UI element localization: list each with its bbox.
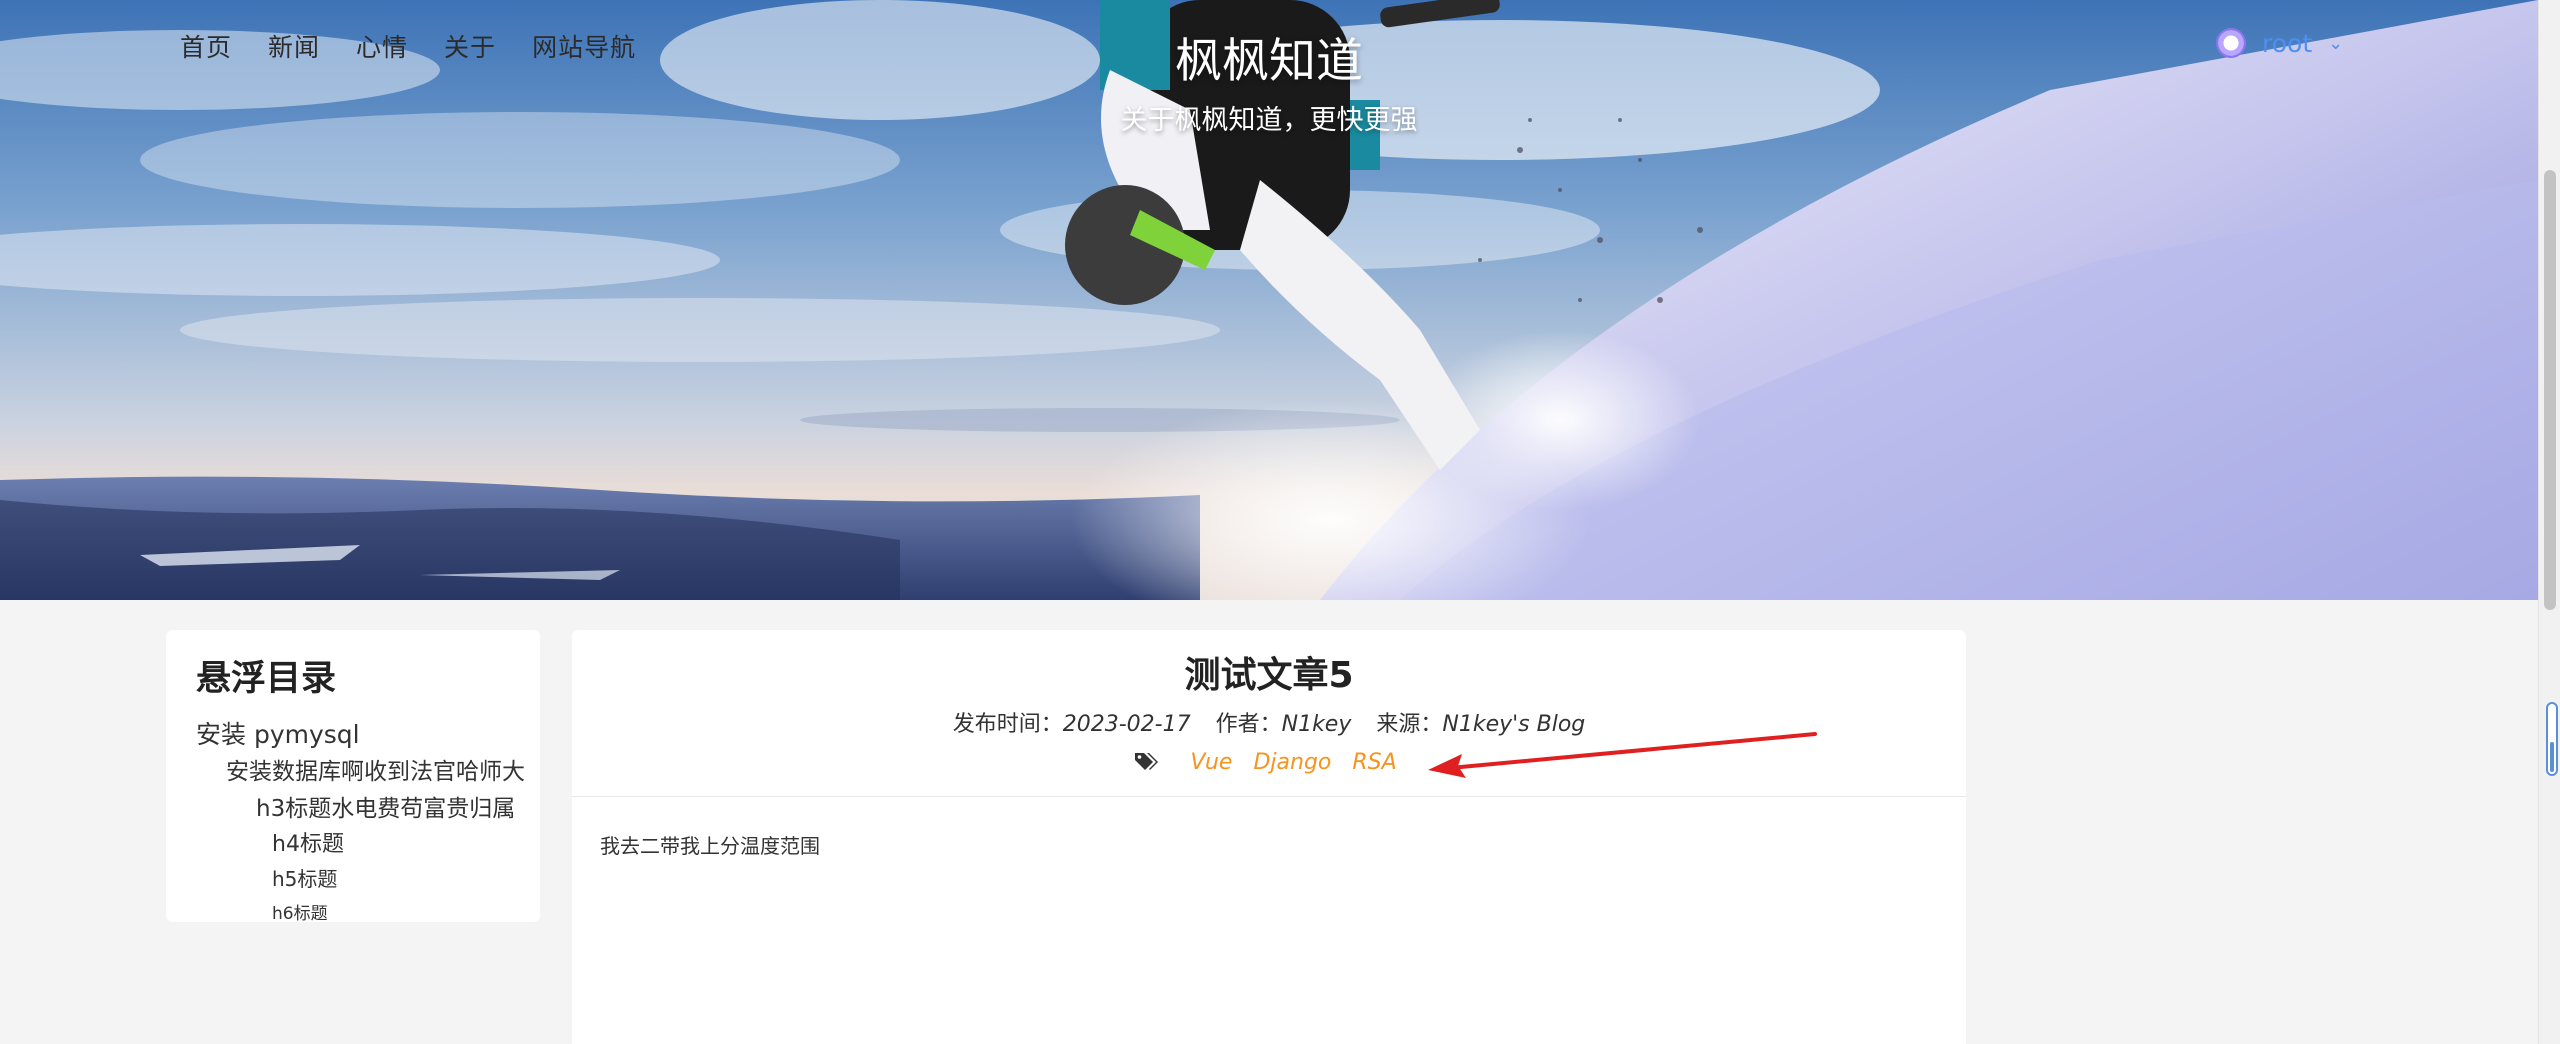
chevron-down-icon[interactable]: ⌄ [2328, 33, 2343, 54]
toc-title: 悬浮目录 [196, 659, 337, 699]
tag-django[interactable]: Django [1253, 750, 1331, 775]
tag-vue[interactable]: Vue [1190, 750, 1232, 775]
site-title: 枫枫知道 [1175, 34, 1363, 89]
floating-toc: 悬浮目录 安装 pymysql 安装数据库啊收到法官哈师大 h3标题水电费苟富贵… [166, 630, 540, 924]
user-menu[interactable]: root ⌄ [2216, 28, 2343, 58]
publish-label: 发布时间： [952, 712, 1063, 737]
article-body: 我去二带我上分温度范围 [600, 834, 820, 858]
article-divider [572, 796, 1966, 797]
red-arrow-annotation [1428, 732, 1817, 778]
user-name[interactable]: root [2262, 29, 2312, 58]
article-card: 测试文章5 发布时间：2023-02-17 作者：N1key 来源：N1key'… [572, 630, 1966, 1044]
tags-icon [1134, 751, 1160, 779]
toc-item-h6[interactable]: h6标题 [272, 899, 540, 929]
toc-item-h1[interactable]: 安装 pymysql [196, 715, 526, 752]
toc-item-h3[interactable]: h3标题水电费苟富贵归属 [256, 789, 528, 826]
author-label: 作者： [1215, 712, 1282, 737]
author-name: N1key [1281, 712, 1352, 737]
toc-item-h2[interactable]: 安装数据库啊收到法官哈师大 [226, 752, 532, 789]
reading-progress-indicator [2546, 702, 2558, 776]
toc-item-h4[interactable]: h4标题 [272, 826, 540, 863]
publish-date: 2023-02-17 [1062, 712, 1191, 737]
article-title: 测试文章5 [1184, 655, 1354, 696]
hero-banner: 首页 新闻 心情 关于 网站导航 枫枫知道 关于枫枫知道，更快更强 root ⌄ [0, 0, 2538, 600]
site-subtitle: 关于枫枫知道，更快更强 [1120, 105, 1418, 136]
avatar[interactable] [2216, 28, 2246, 58]
scrollbar-thumb[interactable] [2544, 170, 2556, 610]
toc-item-h5[interactable]: h5标题 [272, 863, 540, 899]
page-scrollbar[interactable] [2538, 0, 2560, 1044]
tag-rsa[interactable]: RSA [1352, 750, 1396, 775]
